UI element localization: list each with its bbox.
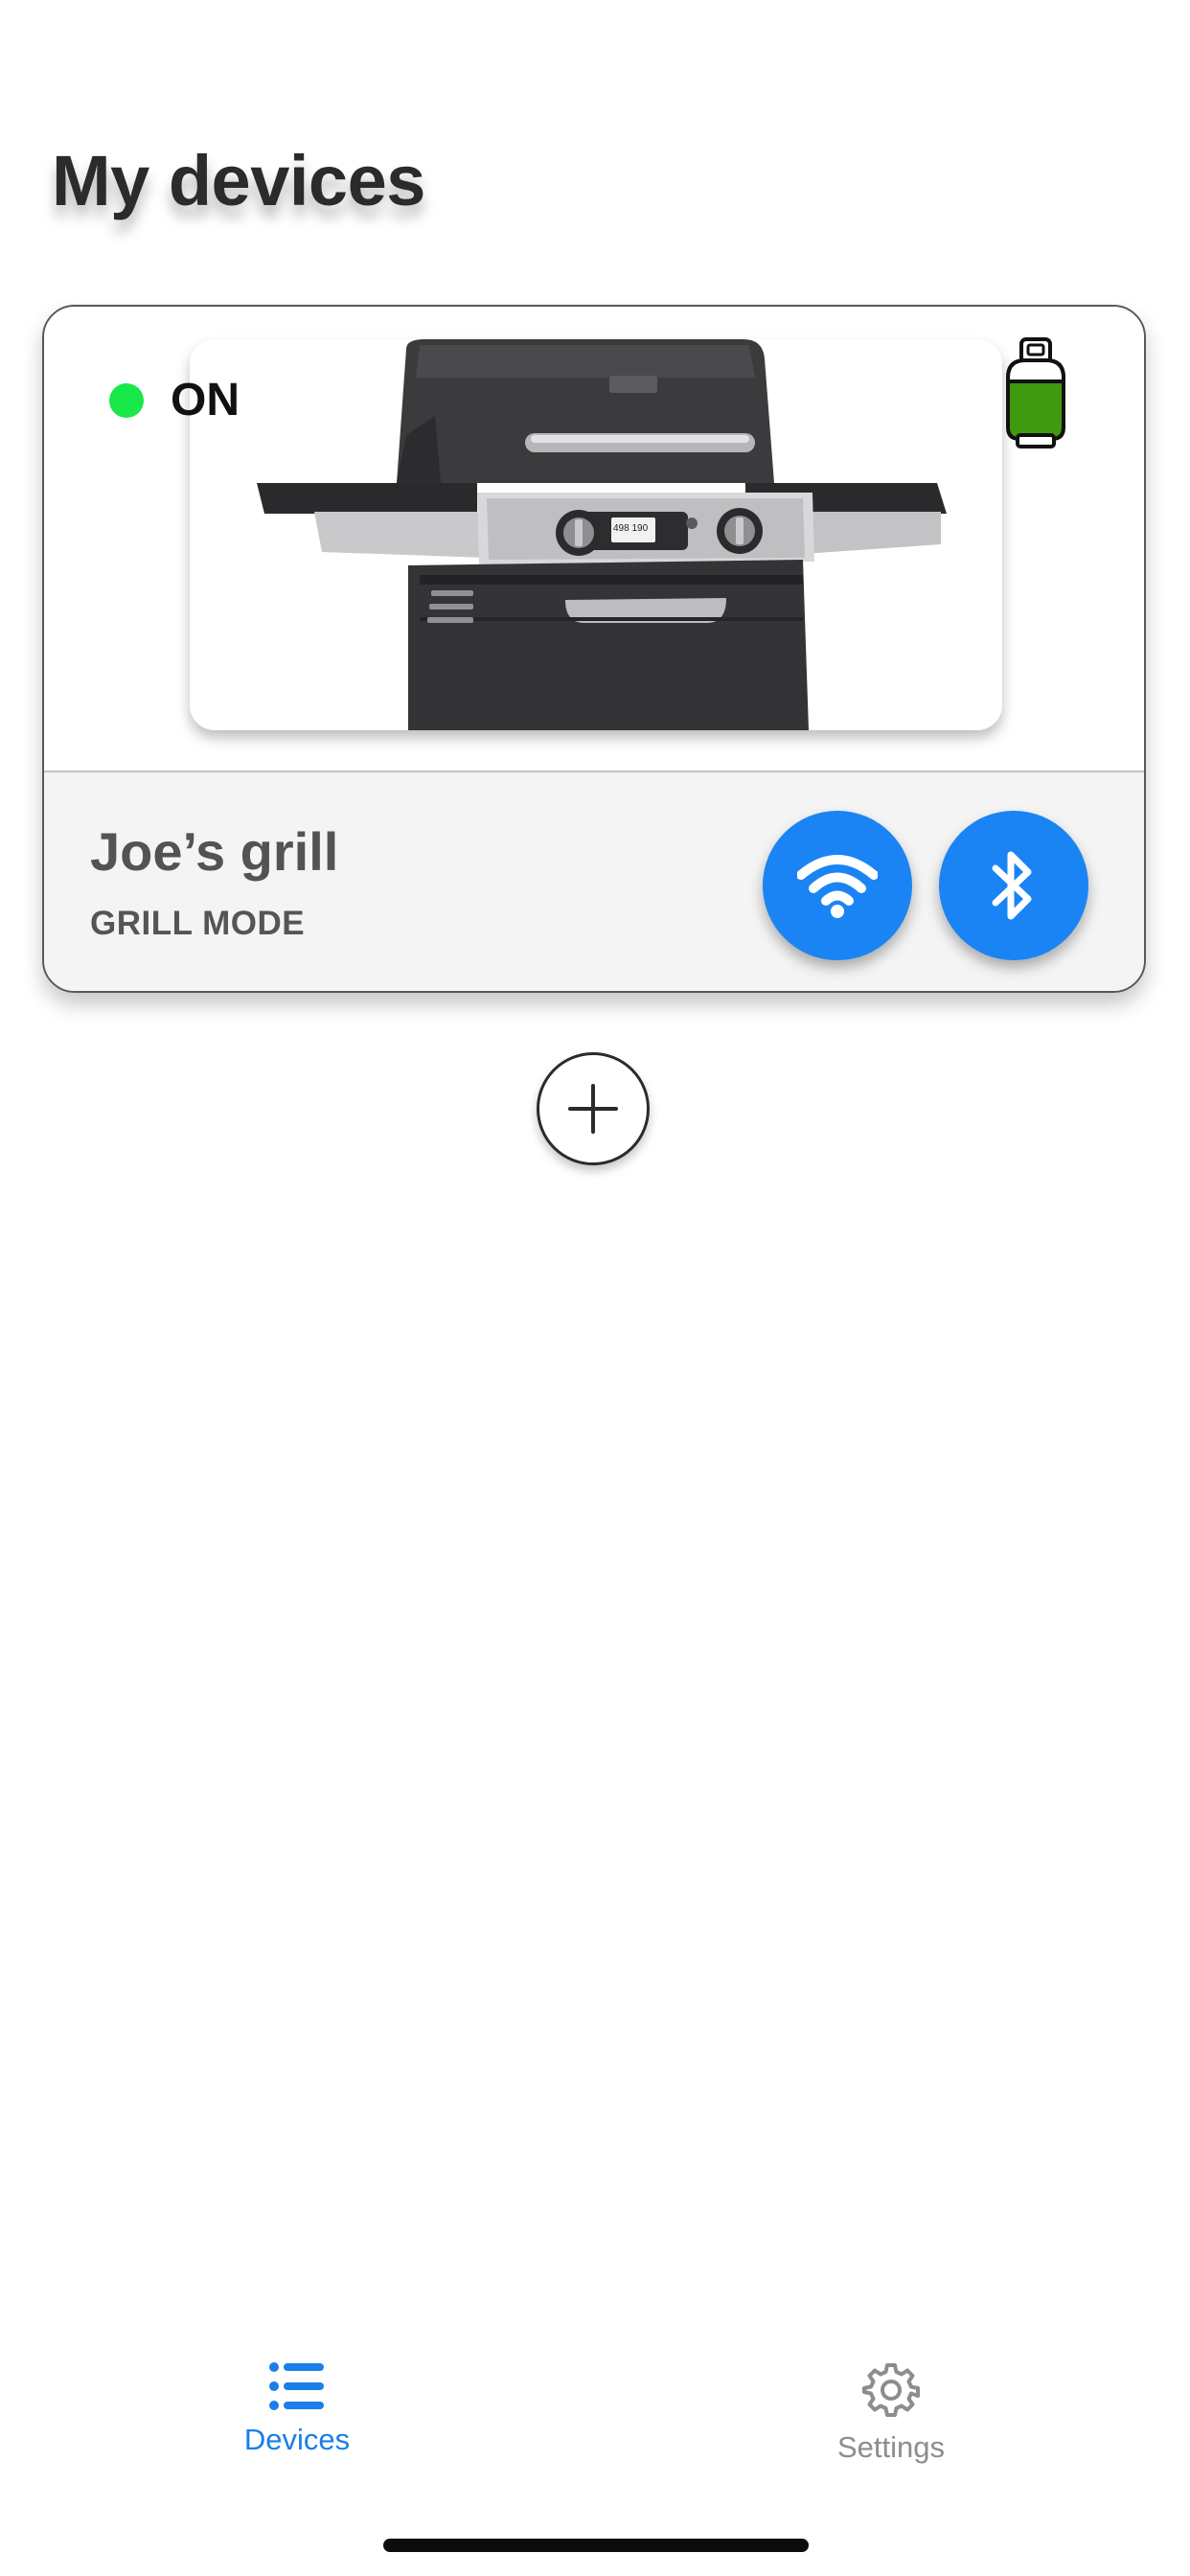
plus-icon	[568, 1084, 618, 1134]
device-status: ON	[109, 374, 240, 426]
device-card[interactable]: 498 190 ON Joe’s grill GRILL MODE	[42, 305, 1146, 993]
bluetooth-button[interactable]	[939, 811, 1088, 960]
device-card-top[interactable]: 498 190 ON	[44, 307, 1144, 770]
tab-bar: Devices Settings	[0, 2338, 1190, 2492]
home-indicator	[383, 2539, 809, 2552]
tab-devices-label: Devices	[243, 2423, 351, 2456]
gear-icon	[862, 2363, 920, 2417]
tab-settings[interactable]: Settings	[747, 2361, 1035, 2465]
status-indicator-dot	[109, 382, 144, 418]
tab-devices[interactable]: Devices	[153, 2361, 441, 2457]
device-mode: GRILL MODE	[90, 905, 306, 942]
wifi-button[interactable]	[763, 811, 912, 960]
bluetooth-icon	[992, 851, 1032, 920]
propane-tank-icon	[993, 332, 1079, 456]
add-device-button[interactable]	[537, 1052, 650, 1165]
device-card-info: Joe’s grill GRILL MODE	[44, 770, 1144, 991]
wifi-icon	[797, 855, 878, 918]
page-title: My devices	[52, 141, 425, 220]
svg-text:498 190: 498 190	[613, 523, 649, 534]
tab-settings-label: Settings	[836, 2430, 945, 2464]
list-icon	[269, 2362, 324, 2410]
device-name: Joe’s grill	[90, 821, 339, 882]
grill-image: 498 190	[190, 339, 1002, 730]
status-label: ON	[171, 375, 240, 426]
